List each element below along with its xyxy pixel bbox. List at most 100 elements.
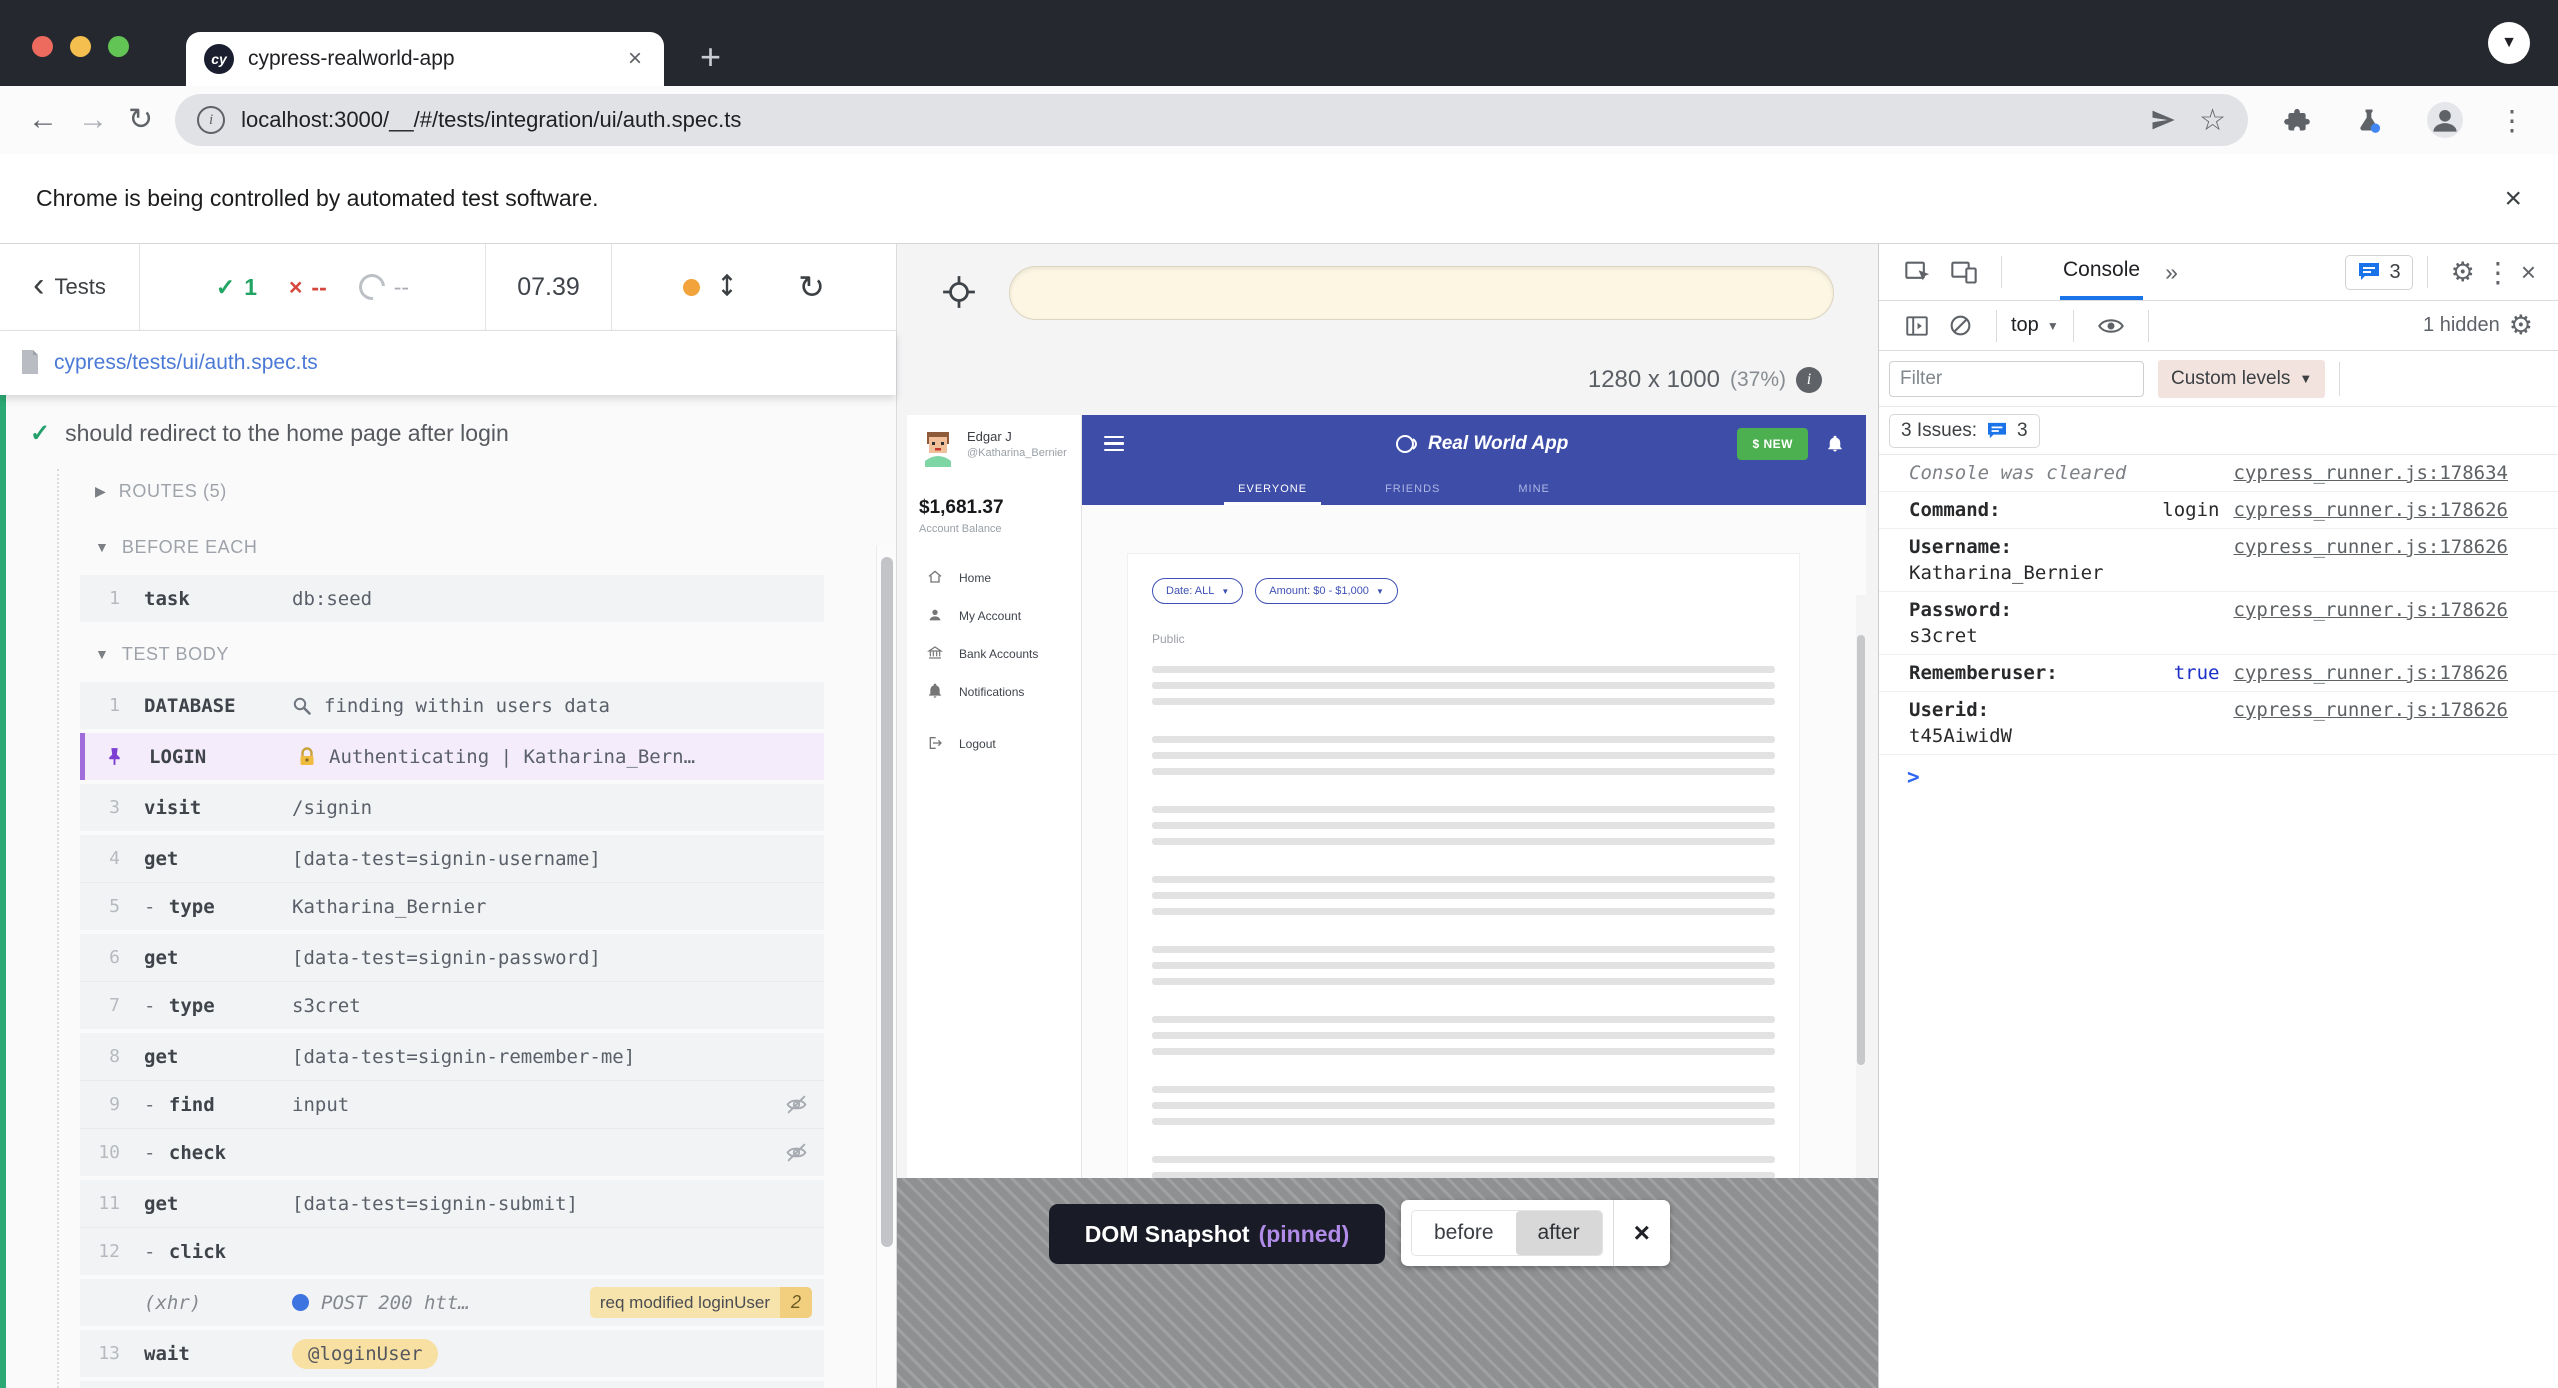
new-tab-button[interactable]: + [700, 36, 721, 78]
command-row[interactable]: 3 visit/signin [80, 784, 824, 831]
source-location-link[interactable]: cypress_runner.js:178626 [2233, 536, 2508, 558]
command-row[interactable]: 1 DATABASE finding within users data [80, 682, 824, 729]
console-filter-input[interactable] [1889, 360, 2144, 397]
app-nav-bank-accounts[interactable]: Bank Accounts [919, 635, 1069, 673]
devtools-menu-icon[interactable]: ⋮ [2484, 256, 2512, 289]
devtools-close-icon[interactable]: × [2521, 257, 2536, 288]
tab-everyone[interactable]: EVERYONE [1224, 472, 1322, 505]
console-entry[interactable]: Console was cleared cypress_runner.js:178… [1879, 455, 2558, 492]
command-row[interactable]: 5 - type Katharina_Bernier [80, 882, 824, 930]
aut-url-field[interactable] [1009, 266, 1834, 320]
command-row[interactable]: 6 get [data-test=signin-password] [80, 934, 824, 981]
download-indicator-icon[interactable]: ▼ [2488, 22, 2530, 64]
command-row-pinned[interactable]: LOGIN Authenticating | Katharina_Bern… [80, 733, 824, 780]
log-levels-dropdown[interactable]: Custom levels ▼ [2158, 359, 2326, 398]
scroll-to-top-icon[interactable] [718, 271, 736, 304]
command-row[interactable]: 8 get [data-test=signin-remember-me] [80, 1033, 824, 1080]
notifications-bell-icon[interactable] [1826, 434, 1844, 454]
command-name: (xhr) [144, 1291, 202, 1314]
back-to-tests-button[interactable]: ‹ Tests [0, 244, 140, 330]
source-location-link[interactable]: cypress_runner.js:178626 [2233, 699, 2508, 721]
command-row[interactable]: 9 - find input [80, 1080, 824, 1128]
app-scrollbar-thumb[interactable] [1857, 635, 1865, 1065]
spec-file-link[interactable]: cypress/tests/ui/auth.spec.ts [54, 351, 318, 375]
app-nav-logout[interactable]: Logout [919, 725, 1069, 763]
console-entry[interactable]: Command: login cypress_runner.js:178626 [1879, 492, 2558, 529]
close-window-button[interactable] [32, 36, 53, 57]
source-location-link[interactable]: cypress_runner.js:178626 [2233, 599, 2508, 621]
extensions-puzzle-icon[interactable] [2283, 106, 2311, 134]
command-log-scrollbar[interactable] [876, 545, 896, 1388]
live-expression-eye-icon[interactable] [2097, 312, 2125, 340]
address-bar[interactable]: i localhost:3000/__/#/tests/integration/… [175, 94, 2248, 146]
hidden-messages-count[interactable]: 1 hidden [2423, 314, 2500, 337]
auto-scroll-indicator-icon[interactable] [683, 278, 701, 296]
inspect-element-icon[interactable] [1904, 258, 1932, 286]
share-icon[interactable] [2149, 106, 2177, 134]
browser-menu-icon[interactable]: ⋮ [2498, 104, 2526, 137]
console-entry[interactable]: Rememberuser: true cypress_runner.js:17862… [1879, 655, 2558, 692]
console-entry[interactable]: Password: cypress_runner.js:178626 s3cret [1879, 592, 2558, 655]
date-filter-pill[interactable]: Date: ALL ▼ [1152, 578, 1244, 604]
command-row[interactable]: 11 get [data-test=signin-submit] [80, 1180, 824, 1227]
console-tab[interactable]: Console [2060, 244, 2144, 300]
forward-icon[interactable]: → [78, 105, 108, 135]
console-settings-icon[interactable]: ⚙ [2509, 310, 2533, 341]
console-entry[interactable]: Username: cypress_runner.js:178626 Kathari… [1879, 529, 2558, 592]
banner-close-icon[interactable]: × [2504, 182, 2522, 216]
source-location-link[interactable]: cypress_runner.js:178626 [2233, 499, 2508, 521]
profile-avatar-icon[interactable] [2427, 102, 2463, 138]
snapshot-after-button[interactable]: after [1515, 1211, 1602, 1255]
console-prompt[interactable]: > [1879, 755, 2558, 789]
app-nav-notifications[interactable]: Notifications [919, 673, 1069, 711]
app-scrollbar[interactable] [1856, 595, 1866, 1178]
before-each-section-header[interactable]: ▼ BEFORE EACH [0, 519, 896, 575]
site-info-icon[interactable]: i [197, 106, 226, 134]
hamburger-menu-icon[interactable] [1104, 435, 1124, 452]
test-title-row[interactable]: ✓ should redirect to the home page after… [0, 409, 896, 457]
source-location-link[interactable]: cypress_runner.js:178634 [2233, 462, 2508, 484]
command-row[interactable]: 13 wait @loginUser [80, 1330, 824, 1377]
console-entry[interactable]: Userid: cypress_runner.js:178626 t45AiwidW [1879, 692, 2558, 755]
zoom-window-button[interactable] [108, 36, 129, 57]
devtools-settings-icon[interactable]: ⚙ [2451, 257, 2475, 288]
minimize-window-button[interactable] [70, 36, 91, 57]
command-row[interactable]: 12 - click [80, 1227, 824, 1275]
command-row[interactable]: (new url)http://localhost:3000/ [80, 1381, 824, 1388]
source-location-link[interactable]: cypress_runner.js:178626 [2233, 662, 2508, 684]
routes-section-header[interactable]: ▶ ROUTES (5) [0, 463, 896, 519]
scrollbar-thumb[interactable] [881, 557, 893, 1247]
tab-mine[interactable]: MINE [1518, 472, 1550, 505]
context-selector[interactable]: top ▼ [2011, 314, 2059, 337]
command-row[interactable]: 4 get [data-test=signin-username] [80, 835, 824, 882]
command-row[interactable]: 7 - type s3cret [80, 981, 824, 1029]
app-nav-my-account[interactable]: My Account [919, 597, 1069, 635]
console-sidebar-toggle-icon[interactable] [1904, 313, 1930, 339]
command-row[interactable]: (xhr) POST 200 htt… req modified loginUser… [80, 1279, 824, 1326]
browser-tab[interactable]: cy cypress-realworld-app × [186, 32, 664, 86]
command-row[interactable]: 10 - check [80, 1128, 824, 1176]
rerun-tests-icon[interactable]: ↻ [798, 268, 825, 306]
macos-window-controls[interactable] [32, 36, 129, 57]
console-messages-chip[interactable]: 3 [2345, 254, 2413, 290]
url-text[interactable]: localhost:3000/__/#/tests/integration/ui… [241, 107, 2127, 133]
app-nav-home[interactable]: Home [919, 559, 1069, 597]
bookmark-star-icon[interactable]: ☆ [2199, 103, 2226, 138]
more-tabs-icon[interactable]: » [2165, 259, 2178, 286]
reload-icon[interactable]: ↻ [128, 105, 153, 135]
command-row[interactable]: 1 task db:seed [80, 575, 824, 622]
device-toolbar-icon[interactable] [1950, 258, 1978, 286]
amount-filter-pill[interactable]: Amount: $0 - $1,000 ▼ [1255, 578, 1398, 604]
snapshot-close-button[interactable]: × [1612, 1200, 1670, 1266]
clear-console-icon[interactable] [1948, 313, 1973, 338]
issues-counter[interactable]: 3 Issues: 3 [1889, 413, 2040, 448]
test-body-section-header[interactable]: ▼ TEST BODY [0, 626, 896, 682]
back-icon[interactable]: ← [28, 105, 58, 135]
new-transaction-button[interactable]: $ NEW [1737, 427, 1808, 460]
tab-close-icon[interactable]: × [624, 45, 646, 73]
flask-extension-icon[interactable] [2355, 106, 2383, 134]
snapshot-before-button[interactable]: before [1412, 1211, 1516, 1255]
selector-playground-icon[interactable] [941, 274, 977, 315]
tab-friends[interactable]: FRIENDS [1385, 472, 1440, 505]
viewport-info-icon[interactable]: i [1796, 367, 1822, 393]
